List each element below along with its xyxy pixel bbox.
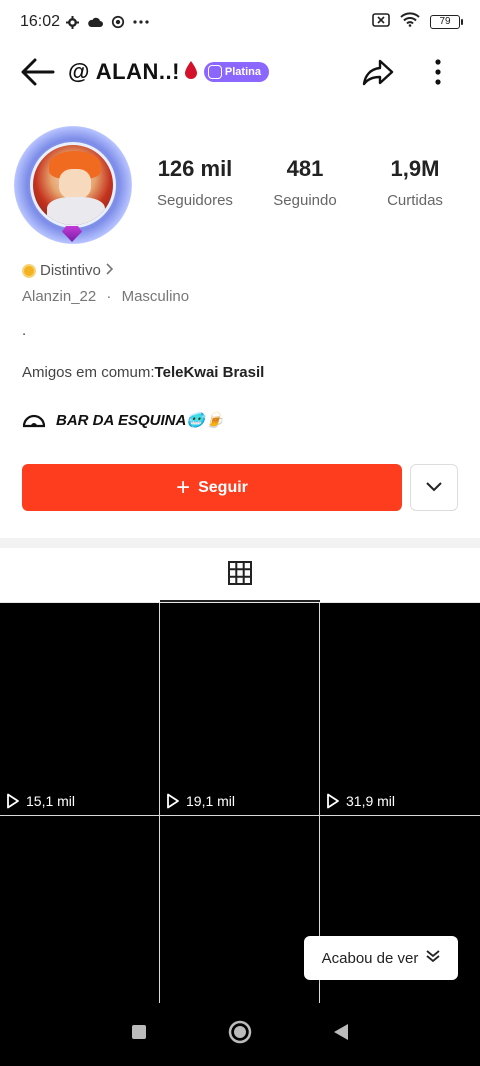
tab-underline (160, 600, 320, 602)
home-icon[interactable] (228, 1020, 252, 1049)
last-viewed-button[interactable]: Acabou de ver (304, 936, 458, 980)
wifi-icon (400, 12, 420, 32)
separator-dot: · (106, 288, 112, 305)
battery-icon: 79 (430, 15, 463, 29)
stat-value: 481 (286, 156, 324, 181)
view-count: 15,1 mil (26, 793, 76, 809)
chevron-right-icon (105, 262, 113, 279)
gear-icon (66, 15, 80, 29)
stat-label: Curtidas (387, 192, 443, 209)
profile-stats: 126 mil Seguidores 481 Seguindo 1,9M Cur… (140, 156, 470, 209)
distintivo-link[interactable]: Distintivo (22, 262, 113, 279)
sim-off-icon (372, 12, 390, 32)
video-views: 15,1 mil (6, 793, 75, 809)
chevron-down-icon (426, 479, 442, 497)
system-nav-bar (0, 1003, 480, 1066)
recents-icon[interactable] (131, 1024, 147, 1045)
play-icon (7, 793, 19, 809)
stat-seguidores[interactable]: 126 mil Seguidores (140, 156, 250, 209)
more-actions-dropdown[interactable] (410, 464, 458, 511)
video-thumbnail[interactable] (320, 603, 480, 815)
view-count: 19,1 mil (186, 793, 236, 809)
follow-label: Seguir (198, 478, 248, 496)
avatar-image (30, 142, 116, 228)
play-icon (327, 793, 339, 809)
grid-icon (228, 560, 252, 585)
dome-icon (22, 408, 46, 432)
mutual-friends[interactable]: Amigos em comum:TeleKwai Brasil (22, 364, 264, 381)
more-dots-icon (133, 20, 149, 24)
view-count: 31,9 mil (346, 793, 396, 809)
video-thumbnail[interactable] (0, 603, 159, 815)
plus-icon: + (176, 473, 191, 501)
video-thumbnail[interactable] (0, 816, 159, 1003)
more-options-icon[interactable] (420, 54, 456, 90)
profile-meta: Alanzin_22 · Masculino (22, 288, 189, 305)
sync-icon (111, 15, 125, 29)
mutual-friends-name: TeleKwai Brasil (154, 364, 265, 381)
follow-button[interactable]: + Seguir (22, 464, 402, 511)
section-divider (0, 538, 480, 548)
bio: . (22, 322, 27, 339)
tab-grid[interactable] (227, 560, 253, 591)
double-chevron-down-icon (426, 949, 440, 967)
stat-curtidas[interactable]: 1,9M Curtidas (360, 156, 470, 209)
badge-icon (207, 65, 222, 79)
profile-header: @ ALAN..! Platina (0, 48, 480, 96)
stat-label: Seguindo (273, 192, 337, 209)
status-time: 16:02 (20, 13, 61, 30)
video-thumbnail[interactable] (160, 603, 319, 815)
stat-value: 1,9M (390, 156, 440, 181)
profile-title: @ ALAN..! (68, 59, 180, 84)
badge-label: Platina (224, 66, 261, 78)
blood-drop-icon (184, 60, 198, 85)
video-views: 19,1 mil (166, 793, 235, 809)
share-icon[interactable] (360, 54, 396, 90)
status-bar: 16:02 79 (0, 0, 480, 44)
gender: Masculino (121, 288, 190, 305)
stat-seguindo[interactable]: 481 Seguindo (250, 156, 360, 209)
mutual-friends-prefix: Amigos em comum: (22, 364, 155, 381)
last-viewed-label: Acabou de ver (321, 949, 419, 967)
cloud-icon (87, 16, 104, 28)
video-views: 31,9 mil (326, 793, 395, 809)
stat-value: 126 mil (157, 156, 233, 181)
play-icon (167, 793, 179, 809)
profile-tag[interactable]: BAR DA ESQUINA🥶🍺 (22, 408, 224, 432)
back-arrow-icon[interactable] (20, 54, 56, 90)
distintivo-label: Distintivo (40, 262, 101, 279)
coin-icon (22, 263, 36, 278)
back-nav-icon[interactable] (333, 1023, 349, 1046)
tag-label: BAR DA ESQUINA🥶🍺 (56, 412, 224, 429)
content-tabs (0, 548, 480, 603)
video-thumbnail[interactable] (160, 816, 319, 1003)
stat-label: Seguidores (157, 192, 233, 209)
username: Alanzin_22 (22, 288, 97, 305)
platina-badge[interactable]: Platina (203, 62, 269, 82)
avatar[interactable] (14, 126, 132, 244)
